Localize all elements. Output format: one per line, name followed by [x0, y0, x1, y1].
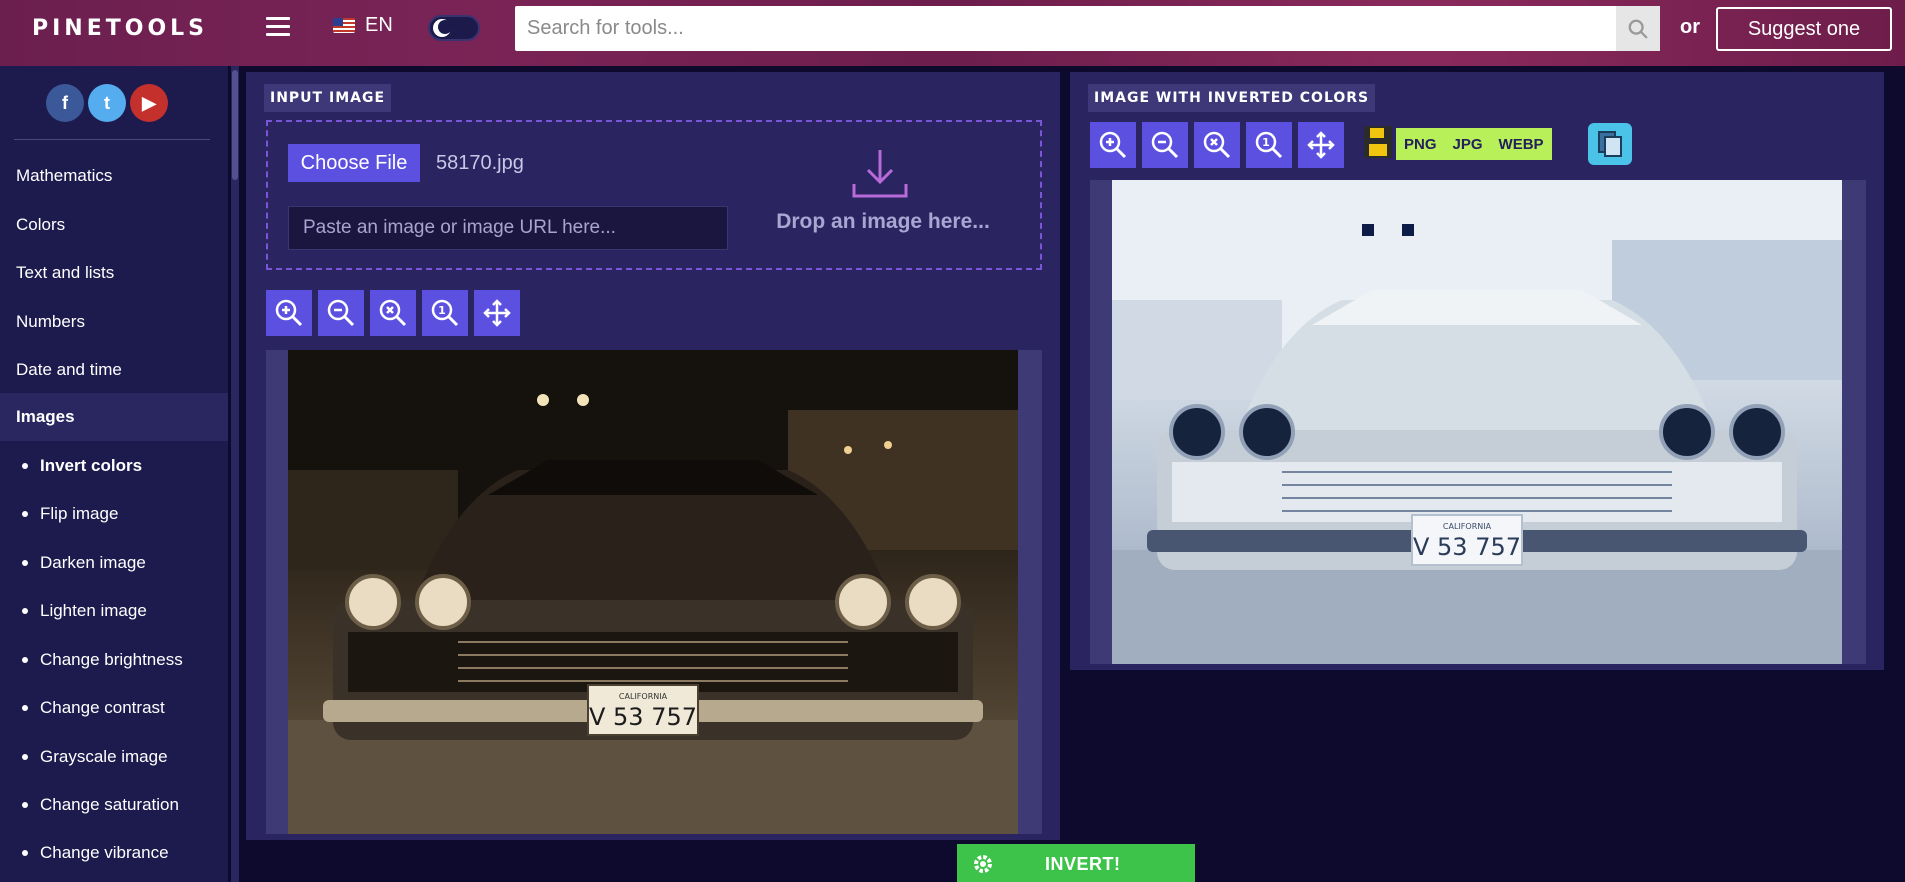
move-icon — [1307, 131, 1335, 159]
output-plate-state: CALIFORNIA — [1443, 522, 1492, 531]
svg-text:1: 1 — [1262, 136, 1270, 149]
output-panel-title: IMAGE WITH INVERTED COLORS — [1088, 84, 1376, 112]
sidebar-subitem-flip-image[interactable]: Flip image — [22, 504, 118, 524]
sidebar-subitem-change-vibrance[interactable]: Change vibrance — [22, 843, 169, 863]
sidebar-item-mathematics[interactable]: Mathematics — [16, 166, 112, 186]
twitter-icon[interactable]: t — [88, 84, 126, 122]
sidebar-subitem-change-contrast[interactable]: Change contrast — [22, 698, 165, 718]
sidebar-subitem-change-brightness[interactable]: Change brightness — [22, 650, 183, 670]
search-bar — [515, 6, 1660, 51]
sidebar-subitem-label: Change brightness — [40, 650, 183, 669]
sidebar-item-colors[interactable]: Colors — [16, 215, 65, 235]
zoom-out-button[interactable] — [318, 290, 364, 336]
language-selector[interactable]: EN — [333, 14, 393, 37]
input-image-panel: INPUT IMAGE Choose File 58170.jpg Drop a… — [246, 72, 1060, 840]
sidebar-item-numbers[interactable]: Numbers — [16, 312, 85, 332]
zoom-out-button[interactable] — [1142, 122, 1188, 168]
input-image-frame: CALIFORNIA V 53 757 — [266, 350, 1042, 834]
output-inverted-car-image: CALIFORNIA V 53 757 — [1112, 180, 1842, 664]
zoom-reset-button[interactable] — [1194, 122, 1240, 168]
sidebar-subitem-lighten-image[interactable]: Lighten image — [22, 601, 147, 621]
download-jpg-button[interactable]: JPG — [1453, 136, 1483, 153]
selected-file-name: 58170.jpg — [436, 152, 524, 174]
input-plate-state: CALIFORNIA — [619, 692, 668, 701]
zoom-one-icon: 1 — [431, 299, 459, 327]
invert-button-label: INVERT! — [1045, 853, 1121, 874]
pan-button[interactable] — [1298, 122, 1344, 168]
sidebar-subitem-label: Change contrast — [40, 698, 165, 717]
sidebar-item-date-and-time[interactable]: Date and time — [16, 360, 122, 380]
search-button[interactable] — [1616, 6, 1660, 51]
sidebar-subitem-label: Change saturation — [40, 795, 179, 814]
sidebar-item-text-and-lists[interactable]: Text and lists — [16, 263, 114, 283]
zoom-reset-button[interactable] — [370, 290, 416, 336]
download-png-button[interactable]: PNG — [1404, 136, 1437, 153]
top-bar: PINETOOLS EN or Suggest one — [0, 0, 1905, 66]
move-icon — [483, 299, 511, 327]
input-zoom-toolbar: 1 — [266, 290, 520, 336]
save-icon[interactable] — [1362, 124, 1394, 160]
sidebar-item-images[interactable]: Images — [16, 407, 75, 427]
output-image-frame: CALIFORNIA V 53 757 — [1090, 180, 1866, 664]
zoom-in-button[interactable] — [1090, 122, 1136, 168]
sidebar: f t ▶ Mathematics Colors Text and lists … — [0, 66, 228, 882]
us-flag-icon — [333, 18, 355, 33]
sidebar-scrollbar[interactable] — [231, 66, 239, 882]
or-text: or — [1680, 16, 1700, 38]
input-panel-title: INPUT IMAGE — [264, 84, 392, 112]
menu-icon[interactable] — [266, 17, 290, 39]
site-logo[interactable]: PINETOOLS — [32, 16, 208, 41]
facebook-icon[interactable]: f — [46, 84, 84, 122]
zoom-in-icon — [275, 299, 303, 327]
zoom-out-icon — [327, 299, 355, 327]
output-image-panel: IMAGE WITH INVERTED COLORS 1 PNG JPG WEB… — [1070, 72, 1884, 670]
dark-mode-toggle[interactable] — [428, 15, 480, 41]
download-webp-button[interactable]: WEBP — [1499, 136, 1544, 153]
search-input[interactable] — [515, 6, 1620, 51]
sidebar-subitem-darken-image[interactable]: Darken image — [22, 553, 146, 573]
input-car-image: CALIFORNIA V 53 757 — [288, 350, 1018, 834]
sidebar-subitem-label: Lighten image — [40, 601, 147, 620]
download-icon — [852, 150, 908, 198]
svg-text:1: 1 — [438, 304, 446, 317]
sidebar-subitem-label: Invert colors — [40, 456, 143, 475]
gear-icon — [974, 855, 992, 873]
youtube-icon[interactable]: ▶ — [130, 84, 168, 122]
sidebar-subitem-invert-colors[interactable]: Invert colors — [22, 456, 142, 476]
choose-file-button[interactable]: Choose File — [288, 144, 420, 182]
language-label: EN — [365, 14, 393, 36]
output-plate-text: V 53 757 — [1413, 533, 1521, 561]
sidebar-subitem-label: Grayscale image — [40, 747, 168, 766]
image-dropzone[interactable]: Choose File 58170.jpg Drop an image here… — [266, 120, 1042, 270]
zoom-reset-icon — [1203, 131, 1231, 159]
social-links: f t ▶ — [46, 84, 168, 122]
sidebar-divider — [14, 139, 210, 140]
zoom-in-button[interactable] — [266, 290, 312, 336]
drop-text: Drop an image here... — [776, 210, 990, 233]
download-format-group: PNG JPG WEBP — [1396, 128, 1552, 160]
paste-url-input[interactable] — [288, 206, 728, 250]
suggest-button[interactable]: Suggest one — [1716, 7, 1892, 51]
sidebar-subitem-change-saturation[interactable]: Change saturation — [22, 795, 179, 815]
invert-button[interactable]: INVERT! — [957, 844, 1195, 882]
sidebar-subitem-label: Darken image — [40, 553, 146, 572]
copy-to-clipboard-button[interactable] — [1588, 123, 1632, 165]
sidebar-subitem-label: Change vibrance — [40, 843, 169, 862]
pan-button[interactable] — [474, 290, 520, 336]
output-zoom-toolbar: 1 — [1090, 122, 1344, 168]
search-icon — [1628, 19, 1648, 38]
zoom-actual-size-button[interactable]: 1 — [422, 290, 468, 336]
sidebar-subitem-grayscale-image[interactable]: Grayscale image — [22, 747, 168, 767]
copy-icon — [1598, 131, 1622, 157]
input-plate-text: V 53 757 — [589, 703, 697, 731]
moon-icon — [433, 19, 452, 37]
zoom-in-icon — [1099, 131, 1127, 159]
zoom-actual-size-button[interactable]: 1 — [1246, 122, 1292, 168]
zoom-out-icon — [1151, 131, 1179, 159]
sidebar-subitem-label: Flip image — [40, 504, 119, 523]
zoom-one-icon: 1 — [1255, 131, 1283, 159]
zoom-reset-icon — [379, 299, 407, 327]
